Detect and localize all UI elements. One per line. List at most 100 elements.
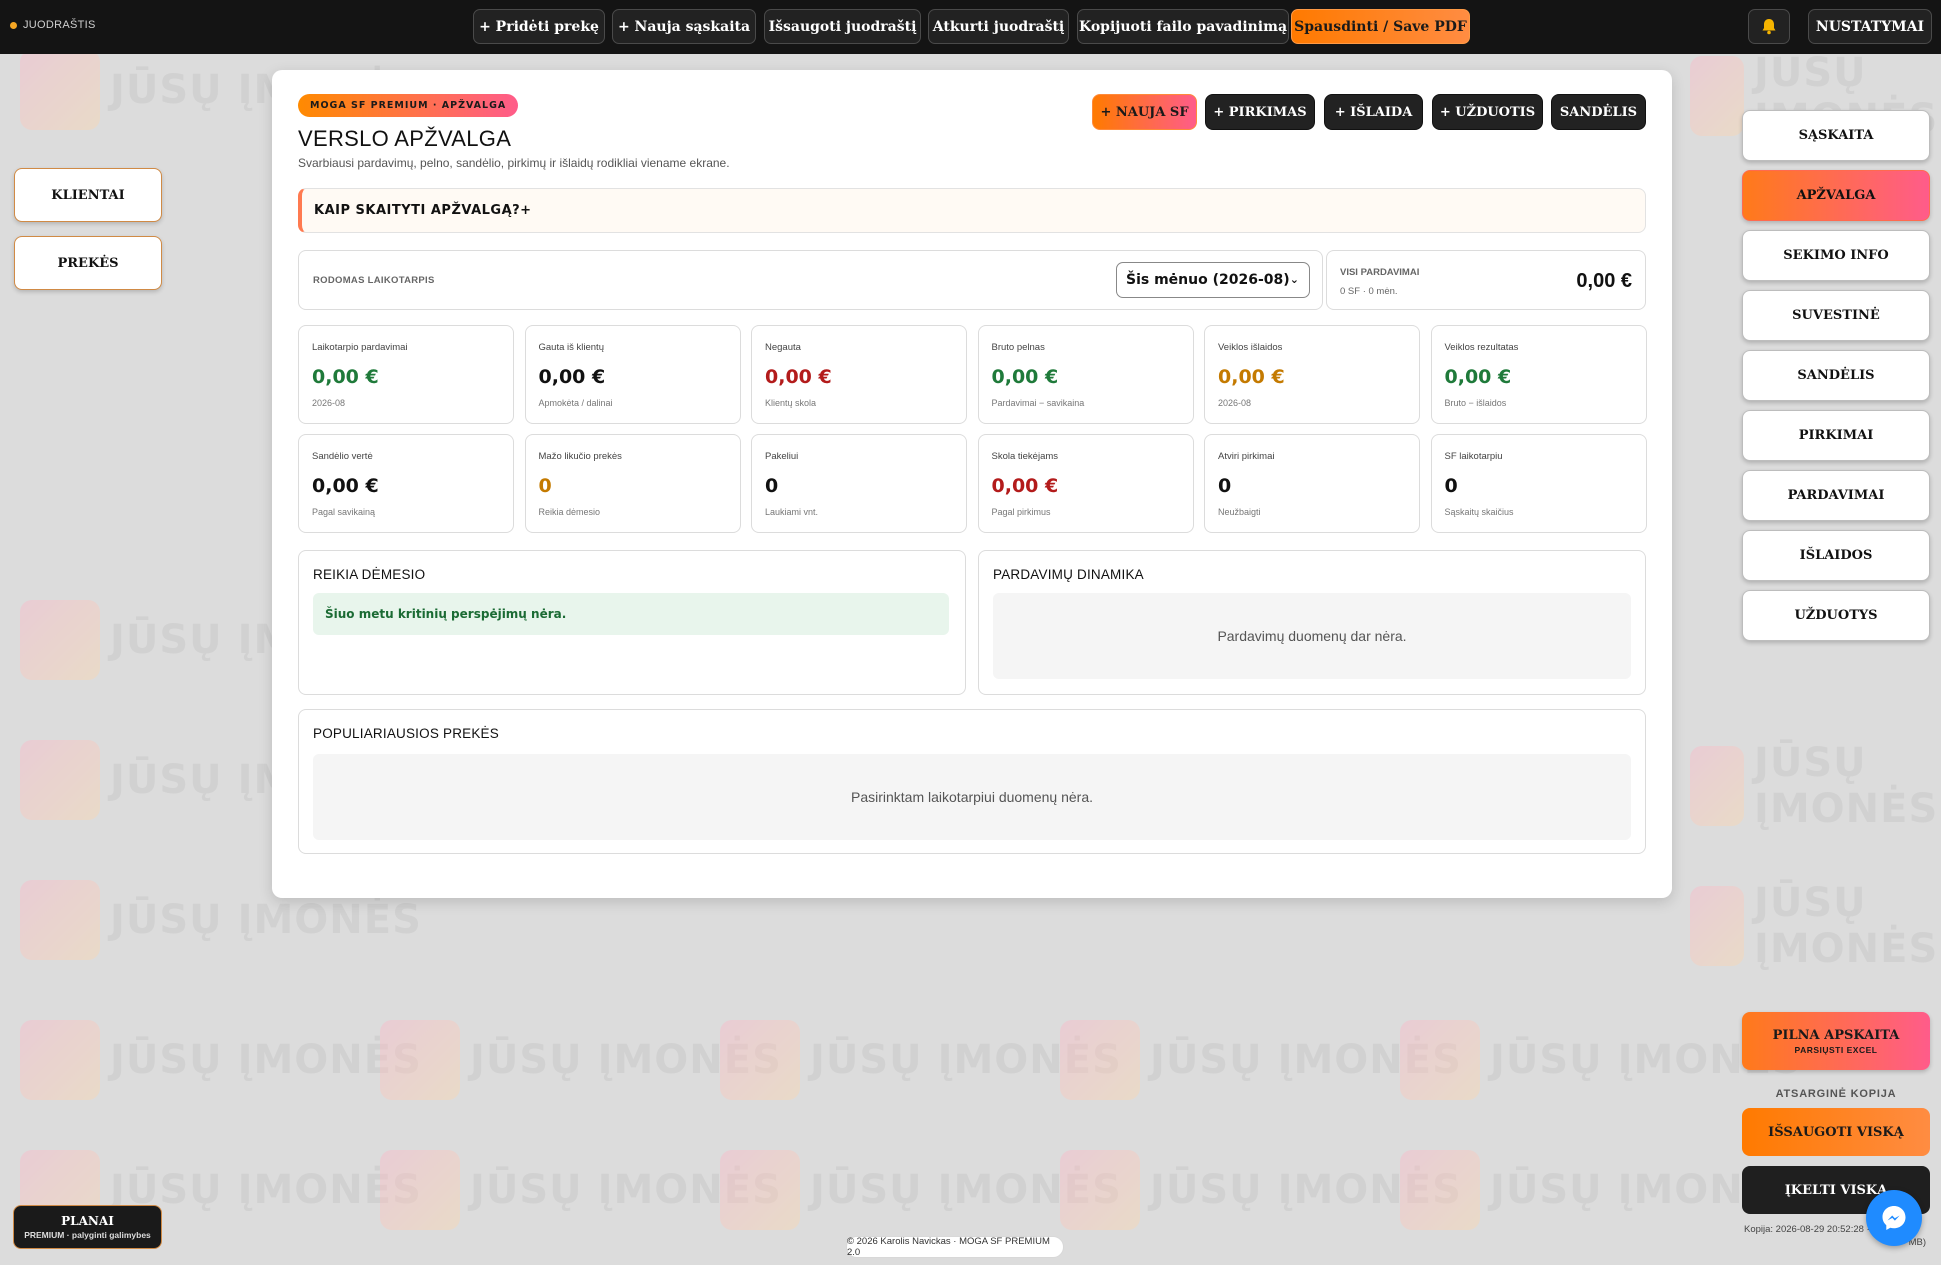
bell-icon [1762,19,1776,35]
nav-expenses-button[interactable]: IŠLAIDOS [1742,530,1930,581]
metric-label: Sandėlio vertė [312,451,373,462]
watermark-logo [1060,1150,1140,1230]
nav-tracking-info-button[interactable]: SEKIMO INFO [1742,230,1930,281]
metric-value: 0,00 € [538,366,606,388]
period-select[interactable]: Šis mėnuo (2026-08) ⌄ [1116,262,1310,298]
new-invoice-button[interactable]: + Nauja sąskaita [612,9,756,44]
metric-value: 0,00 € [1218,366,1285,388]
metric-label: Negauta [765,342,801,353]
all-sales-value: 0,00 € [1576,270,1632,292]
nav-products-button[interactable]: PREKĖS [14,236,162,290]
watermark-logo [1690,746,1744,826]
notifications-button[interactable] [1748,9,1790,44]
attention-panel: REIKIA DĖMESIO Šiuo metu kritinių perspė… [298,550,966,695]
metric-label: Laikotarpio pardavimai [312,342,408,353]
period-select-value: Šis mėnuo (2026-08) [1126,272,1290,288]
plans-button[interactable]: PLANAI PREMIUM · palyginti galimybes [13,1205,162,1249]
warehouse-quick-button[interactable]: SANDĖLIS [1551,94,1646,130]
settings-button[interactable]: NUSTATYMAI [1808,9,1932,44]
all-sales-sub: 0 SF · 0 mėn. [1340,286,1398,297]
metric-warehouse-value: Sandėlio vertė 0,00 € Pagal savikainą [298,434,514,533]
nav-overview-button[interactable]: APŽVALGA [1742,170,1930,221]
nav-purchases-button[interactable]: PIRKIMAI [1742,410,1930,461]
help-expander[interactable]: KAIP SKAITYTI APŽVALGĄ?+ [298,188,1646,233]
metric-sub: 2026-08 [312,398,346,408]
metric-sub: Reikia dėmesio [538,507,601,517]
restore-draft-button[interactable]: Atkurti juodraštį [928,9,1069,44]
draft-status: JUODRAŠTIS [10,19,96,31]
metric-sub: Pardavimai − savikaina [991,398,1085,408]
metric-sub: Laukiami vnt. [765,507,819,517]
metric-value: 0 [765,475,779,497]
sales-dynamics-empty: Pardavimų duomenų dar nėra. [993,593,1631,679]
messenger-icon [1882,1206,1906,1230]
metric-received-from-clients: Gauta iš klientų 0,00 € Apmokėta / dalinai [524,325,741,424]
popular-products-title: POPULIARIAUSIOS PREKĖS [313,726,499,741]
watermark-logo [1400,1020,1480,1100]
plans-title: PLANAI [61,1214,114,1228]
attention-message: Šiuo metu kritinių perspėjimų nėra. [313,593,949,635]
nav-tasks-button[interactable]: UŽDUOTYS [1742,590,1930,641]
nav-sales-button[interactable]: PARDAVIMAI [1742,470,1930,521]
nav-summary-button[interactable]: SUVESTINĖ [1742,290,1930,341]
watermark-logo [1400,1150,1480,1230]
watermark-logo [1690,886,1744,966]
metric-label: Mažo likučio prekės [538,451,622,462]
overview-card: MOGA SF PREMIUM · APŽVALGA VERSLO APŽVAL… [272,70,1672,898]
metric-sub: Apmokėta / dalinai [538,398,613,408]
premium-badge: MOGA SF PREMIUM · APŽVALGA [298,94,519,117]
metric-open-purchases: Atviri pirkimai 0 Neužbaigti [1204,434,1420,533]
watermark-logo [1060,1020,1140,1100]
add-product-button[interactable]: + Pridėti prekę [473,9,605,44]
full-accounting-title: PILNA APSKAITA [1772,1027,1900,1043]
backup-label: ATSARGINĖ KOPIJA [1775,1088,1897,1100]
metric-label: Bruto pelnas [991,342,1045,353]
watermark-logo [20,1020,100,1100]
metric-value: 0 [538,475,552,497]
watermark-text: JŪSŲ ĮMONĖS [110,897,422,943]
metric-value: 0,00 € [312,475,379,497]
metric-label: Skola tiekėjams [991,451,1059,462]
copy-filename-button[interactable]: Kopijuoti failo pavadinimą [1077,9,1289,44]
watermark-logo [20,600,100,680]
nav-warehouse-button[interactable]: SANDĖLIS [1742,350,1930,401]
new-expense-quick-button[interactable]: + IŠLAIDA [1324,94,1423,130]
new-task-quick-button[interactable]: + UŽDUOTIS [1432,94,1543,130]
popular-products-panel: POPULIARIAUSIOS PREKĖS Pasirinktam laiko… [298,709,1646,854]
watermark-text: JŪSŲ ĮMONĖS [1753,880,1939,972]
page-subtitle: Svarbiausi pardavimų, pelno, sandėlio, p… [298,156,730,170]
new-invoice-quick-button[interactable]: + NAUJA SF [1092,94,1197,130]
save-all-button[interactable]: IŠSAUGOTI VISKĄ [1742,1108,1930,1156]
print-pdf-button[interactable]: Spausdinti / Save PDF [1291,9,1470,44]
metric-label: Atviri pirkimai [1218,451,1275,462]
watermark-logo [380,1150,460,1230]
save-draft-button[interactable]: Išsaugoti juodraštį [764,9,921,44]
chevron-down-icon: ⌄ [1289,273,1299,286]
watermark-logo [720,1020,800,1100]
all-sales-label: VISI PARDAVIMAI [1340,267,1420,278]
all-sales-box: VISI PARDAVIMAI 0 SF · 0 mėn. 0,00 € [1326,250,1646,310]
metric-value: 0,00 € [312,366,379,388]
new-purchase-quick-button[interactable]: + PIRKIMAS [1205,94,1315,130]
nav-clients-button[interactable]: KLIENTAI [14,168,162,222]
full-accounting-button[interactable]: PILNA APSKAITA PARSIŲSTI EXCEL [1742,1012,1930,1070]
watermark-text: JŪSŲ ĮMONĖS [1753,740,1939,832]
metric-sub: 2026-08 [1218,398,1252,408]
sales-dynamics-panel: PARDAVIMŲ DINAMIKA Pardavimų duomenų dar… [978,550,1646,695]
metric-sub: Sąskaitų skaičius [1444,507,1514,517]
top-toolbar: JUODRAŠTIS + Pridėti prekę + Nauja sąska… [0,0,1941,54]
metric-value: 0 [1218,475,1232,497]
metric-operating-result: Veiklos rezultatas 0,00 € Bruto − išlaidos [1430,325,1647,424]
watermark-logo [20,50,100,130]
metric-sub: Pagal pirkimus [991,507,1051,517]
messenger-chat-button[interactable] [1866,1190,1922,1246]
metric-value: 0,00 € [765,366,832,388]
nav-invoice-button[interactable]: SĄSKAITA [1742,110,1930,161]
draft-status-label: JUODRAŠTIS [23,19,96,31]
plans-sub: PREMIUM · palyginti galimybes [24,1230,151,1240]
metric-label: Pakeliui [765,451,799,462]
metric-sub: Bruto − išlaidos [1444,398,1507,408]
metric-low-stock-products: Mažo likučio prekės 0 Reikia dėmesio [524,434,741,533]
metric-sub: Klientų skola [765,398,817,408]
metric-period-sales: Laikotarpio pardavimai 0,00 € 2026-08 [298,325,514,424]
